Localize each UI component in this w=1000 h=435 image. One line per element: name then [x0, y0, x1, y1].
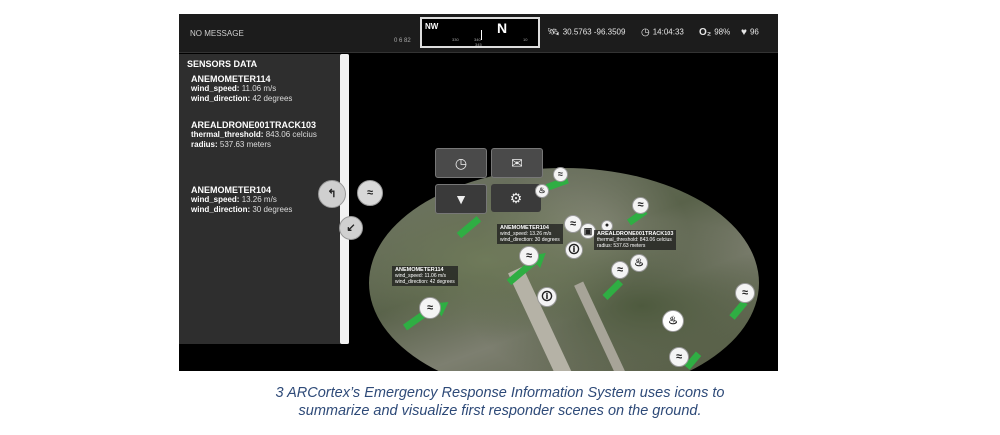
sensor-key: wind_direction:	[191, 94, 251, 103]
compass: NW N 330 340 345 10	[420, 17, 540, 48]
figure-caption: 3 ARCortex’s Emergency Response Informat…	[0, 384, 1000, 420]
message-number: 0 6 82	[394, 38, 411, 44]
rotate-icon[interactable]: ↰	[318, 180, 346, 208]
fire-icon[interactable]: ♨	[630, 254, 648, 272]
sensors-title: SENSORS DATA	[187, 59, 258, 69]
runway	[508, 266, 586, 371]
sensor-item[interactable]: AREALDRONE001TRACK103 thermal_threshold:…	[191, 120, 336, 150]
compass-marker	[481, 30, 482, 40]
heart-readout: ♥ 96	[741, 27, 759, 38]
heart-icon: ♥	[741, 27, 747, 38]
sensor-item[interactable]: ANEMOMETER104 wind_speed: 13.26 m/s wind…	[191, 185, 336, 215]
oxygen-readout: O₂ 98%	[699, 27, 730, 38]
clock-icon: ◷	[454, 155, 468, 171]
status-bar: NO MESSAGE 0 6 82 NW N 330 340 345 10 🛰 3…	[179, 14, 778, 53]
map-sensor-label: AREALDRONE001TRACK103 thermal_threshold:…	[594, 230, 677, 250]
clock-button[interactable]: ◷	[435, 148, 487, 178]
compass-tick: 10	[523, 37, 528, 42]
wind-icon[interactable]: ≈	[553, 167, 568, 182]
clock-time: 14:04:33	[652, 27, 684, 37]
map-sensor-label: ANEMOMETER104 wind_speed: 13.26 m/s wind…	[497, 224, 563, 244]
heart-value: 96	[749, 27, 759, 37]
message-text: NO MESSAGE	[190, 29, 244, 38]
settings-button[interactable]: ⚙	[491, 184, 541, 212]
wind-icon[interactable]: ≈	[357, 180, 383, 206]
sensor-value: 30 degrees	[252, 205, 293, 214]
sensor-value: 13.26 m/s	[241, 195, 277, 204]
gps-coords: 30.5763 -96.3509	[562, 27, 626, 37]
wind-icon[interactable]: ≈	[735, 283, 755, 303]
sensor-value: 11.06 m/s	[241, 84, 277, 93]
oxygen-value: 98%	[714, 27, 731, 37]
oxygen-icon: O₂	[699, 27, 712, 38]
sensor-key: thermal_threshold:	[191, 130, 264, 139]
fire-icon[interactable]: ♨	[662, 310, 684, 332]
person-icon[interactable]: 🛈	[537, 287, 557, 307]
chevron-icon[interactable]: ↙	[339, 216, 363, 240]
wind-icon[interactable]: ≈	[419, 297, 441, 319]
sensor-key: wind_direction:	[191, 205, 251, 214]
caption-line: summarize and visualize first responder …	[298, 403, 702, 419]
map-label-line: wind_direction: 42 degrees	[395, 279, 455, 285]
wind-icon[interactable]: ≈	[611, 261, 629, 279]
sensor-name: AREALDRONE001TRACK103	[191, 120, 317, 130]
map-sensor-label: ANEMOMETER114 wind_speed: 11.06 m/s wind…	[392, 266, 458, 286]
gps-readout: 🛰 30.5763 -96.3509	[547, 27, 625, 38]
sensor-key: wind_speed:	[191, 84, 240, 93]
compass-n-label: N	[497, 20, 508, 36]
sensor-item[interactable]: ANEMOMETER114 wind_speed: 11.06 m/s wind…	[191, 74, 336, 104]
satellite-icon: 🛰	[547, 27, 560, 38]
person-icon[interactable]: 🛈	[565, 241, 583, 259]
sensor-key: radius:	[191, 140, 218, 149]
map-label-line: radius: 537.63 meters	[597, 243, 646, 249]
mail-icon: ✉	[511, 155, 523, 171]
compass-tick: 345	[475, 42, 482, 47]
caption-line: 3 ARCortex’s Emergency Response Informat…	[275, 385, 725, 401]
mail-button[interactable]: ✉	[491, 148, 543, 178]
sensor-key: wind_speed:	[191, 195, 240, 204]
wind-icon[interactable]: ≈	[669, 347, 689, 367]
sensor-value: 537.63 meters	[219, 140, 272, 149]
clock-readout: ◷ 14:04:33	[641, 27, 684, 38]
sensor-name: ANEMOMETER104	[191, 185, 272, 195]
compass-nw-label: NW	[425, 22, 439, 31]
filter-icon: ▼	[454, 191, 468, 207]
wind-icon[interactable]: ≈	[519, 246, 539, 266]
sensor-name: ANEMOMETER114	[191, 74, 271, 84]
wind-icon[interactable]: ≈	[632, 197, 649, 214]
gear-icon: ⚙	[509, 190, 523, 206]
map-label-line: wind_direction: 30 degrees	[500, 237, 560, 243]
ar-display: NO MESSAGE 0 6 82 NW N 330 340 345 10 🛰 3…	[179, 14, 778, 371]
clock-icon: ◷	[641, 27, 650, 38]
sensor-value: 42 degrees	[252, 94, 293, 103]
compass-tick: 330	[452, 37, 459, 42]
sensor-value: 843.06 celcius	[265, 130, 317, 139]
filter-button[interactable]: ▼	[435, 184, 487, 214]
fire-icon[interactable]: ♨	[535, 184, 549, 198]
